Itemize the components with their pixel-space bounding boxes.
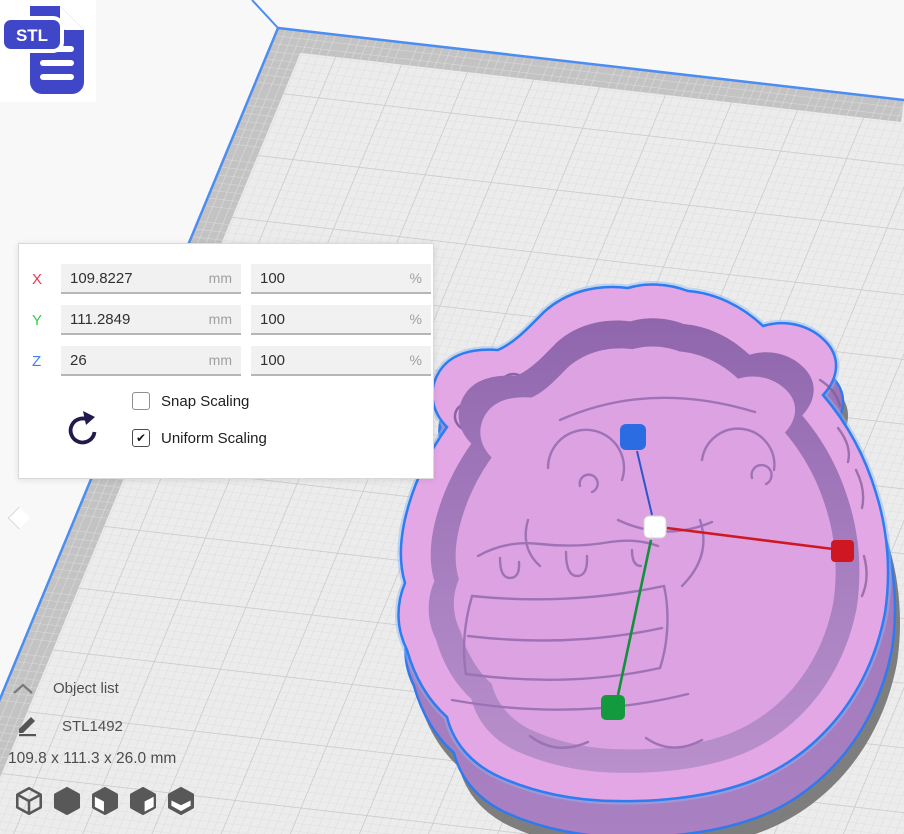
right-side-view-icon[interactable]: [165, 785, 197, 817]
stl-file-icon: STL: [0, 0, 96, 102]
x-axis-label: X: [32, 271, 53, 288]
snap-scaling-checkbox[interactable]: [132, 392, 150, 410]
pencil-icon: [17, 715, 39, 737]
mold-recess-floor: [454, 346, 836, 749]
snap-scaling-option[interactable]: Snap Scaling: [132, 392, 249, 410]
chevron-up-icon: [12, 683, 34, 695]
build-volume-vertical-edge: [252, 0, 278, 28]
top-view-icon[interactable]: [89, 785, 121, 817]
model-stl1492[interactable]: [398, 285, 900, 834]
scale-handle-x[interactable]: [831, 540, 854, 562]
x-mm-input[interactable]: [61, 264, 241, 294]
y-percent-input[interactable]: [251, 305, 431, 335]
z-percent-input[interactable]: [251, 346, 431, 376]
uniform-scaling-checkbox[interactable]: ✔: [132, 429, 150, 447]
model-dimensions: 109.8 x 111.3 x 26.0 mm: [8, 750, 176, 768]
scale-handle-z[interactable]: [620, 424, 646, 450]
object-list-label: Object list: [53, 680, 119, 697]
uniform-scaling-option[interactable]: ✔ Uniform Scaling: [132, 429, 267, 447]
camera-view-presets: [13, 785, 197, 817]
y-percent-field: %: [251, 305, 431, 335]
object-list-toggle[interactable]: Object list: [12, 680, 119, 697]
x-percent-field: %: [251, 264, 431, 294]
z-axis-label: Z: [32, 353, 53, 370]
uniform-scaling-label: Uniform Scaling: [161, 430, 267, 447]
stl-badge-label: STL: [16, 26, 48, 45]
reset-scale-button[interactable]: [63, 410, 101, 450]
reset-scale-icon: [71, 418, 95, 442]
y-mm-field: mm: [61, 305, 241, 335]
scale-handle-y[interactable]: [601, 695, 625, 720]
cura-workspace: { "file_badge": { "label": "STL" }, "sca…: [0, 0, 904, 834]
x-percent-input[interactable]: [251, 264, 431, 294]
z-mm-input[interactable]: [61, 346, 241, 376]
front-view-icon[interactable]: [51, 785, 83, 817]
scale-row-x: X mm %: [32, 264, 431, 294]
x-mm-field: mm: [61, 264, 241, 294]
z-mm-field: mm: [61, 346, 241, 376]
scale-row-z: Z mm %: [32, 346, 431, 376]
scale-tool-panel: X mm % Y mm % Z mm %: [18, 243, 434, 479]
snap-scaling-label: Snap Scaling: [161, 393, 249, 410]
3d-view-icon[interactable]: [13, 785, 45, 817]
object-list-item[interactable]: STL1492: [17, 715, 123, 737]
scale-handle-uniform[interactable]: [644, 516, 666, 538]
left-side-view-icon[interactable]: [127, 785, 159, 817]
object-name: STL1492: [62, 718, 123, 735]
scale-row-y: Y mm %: [32, 305, 431, 335]
y-axis-label: Y: [32, 312, 53, 329]
z-percent-field: %: [251, 346, 431, 376]
y-mm-input[interactable]: [61, 305, 241, 335]
